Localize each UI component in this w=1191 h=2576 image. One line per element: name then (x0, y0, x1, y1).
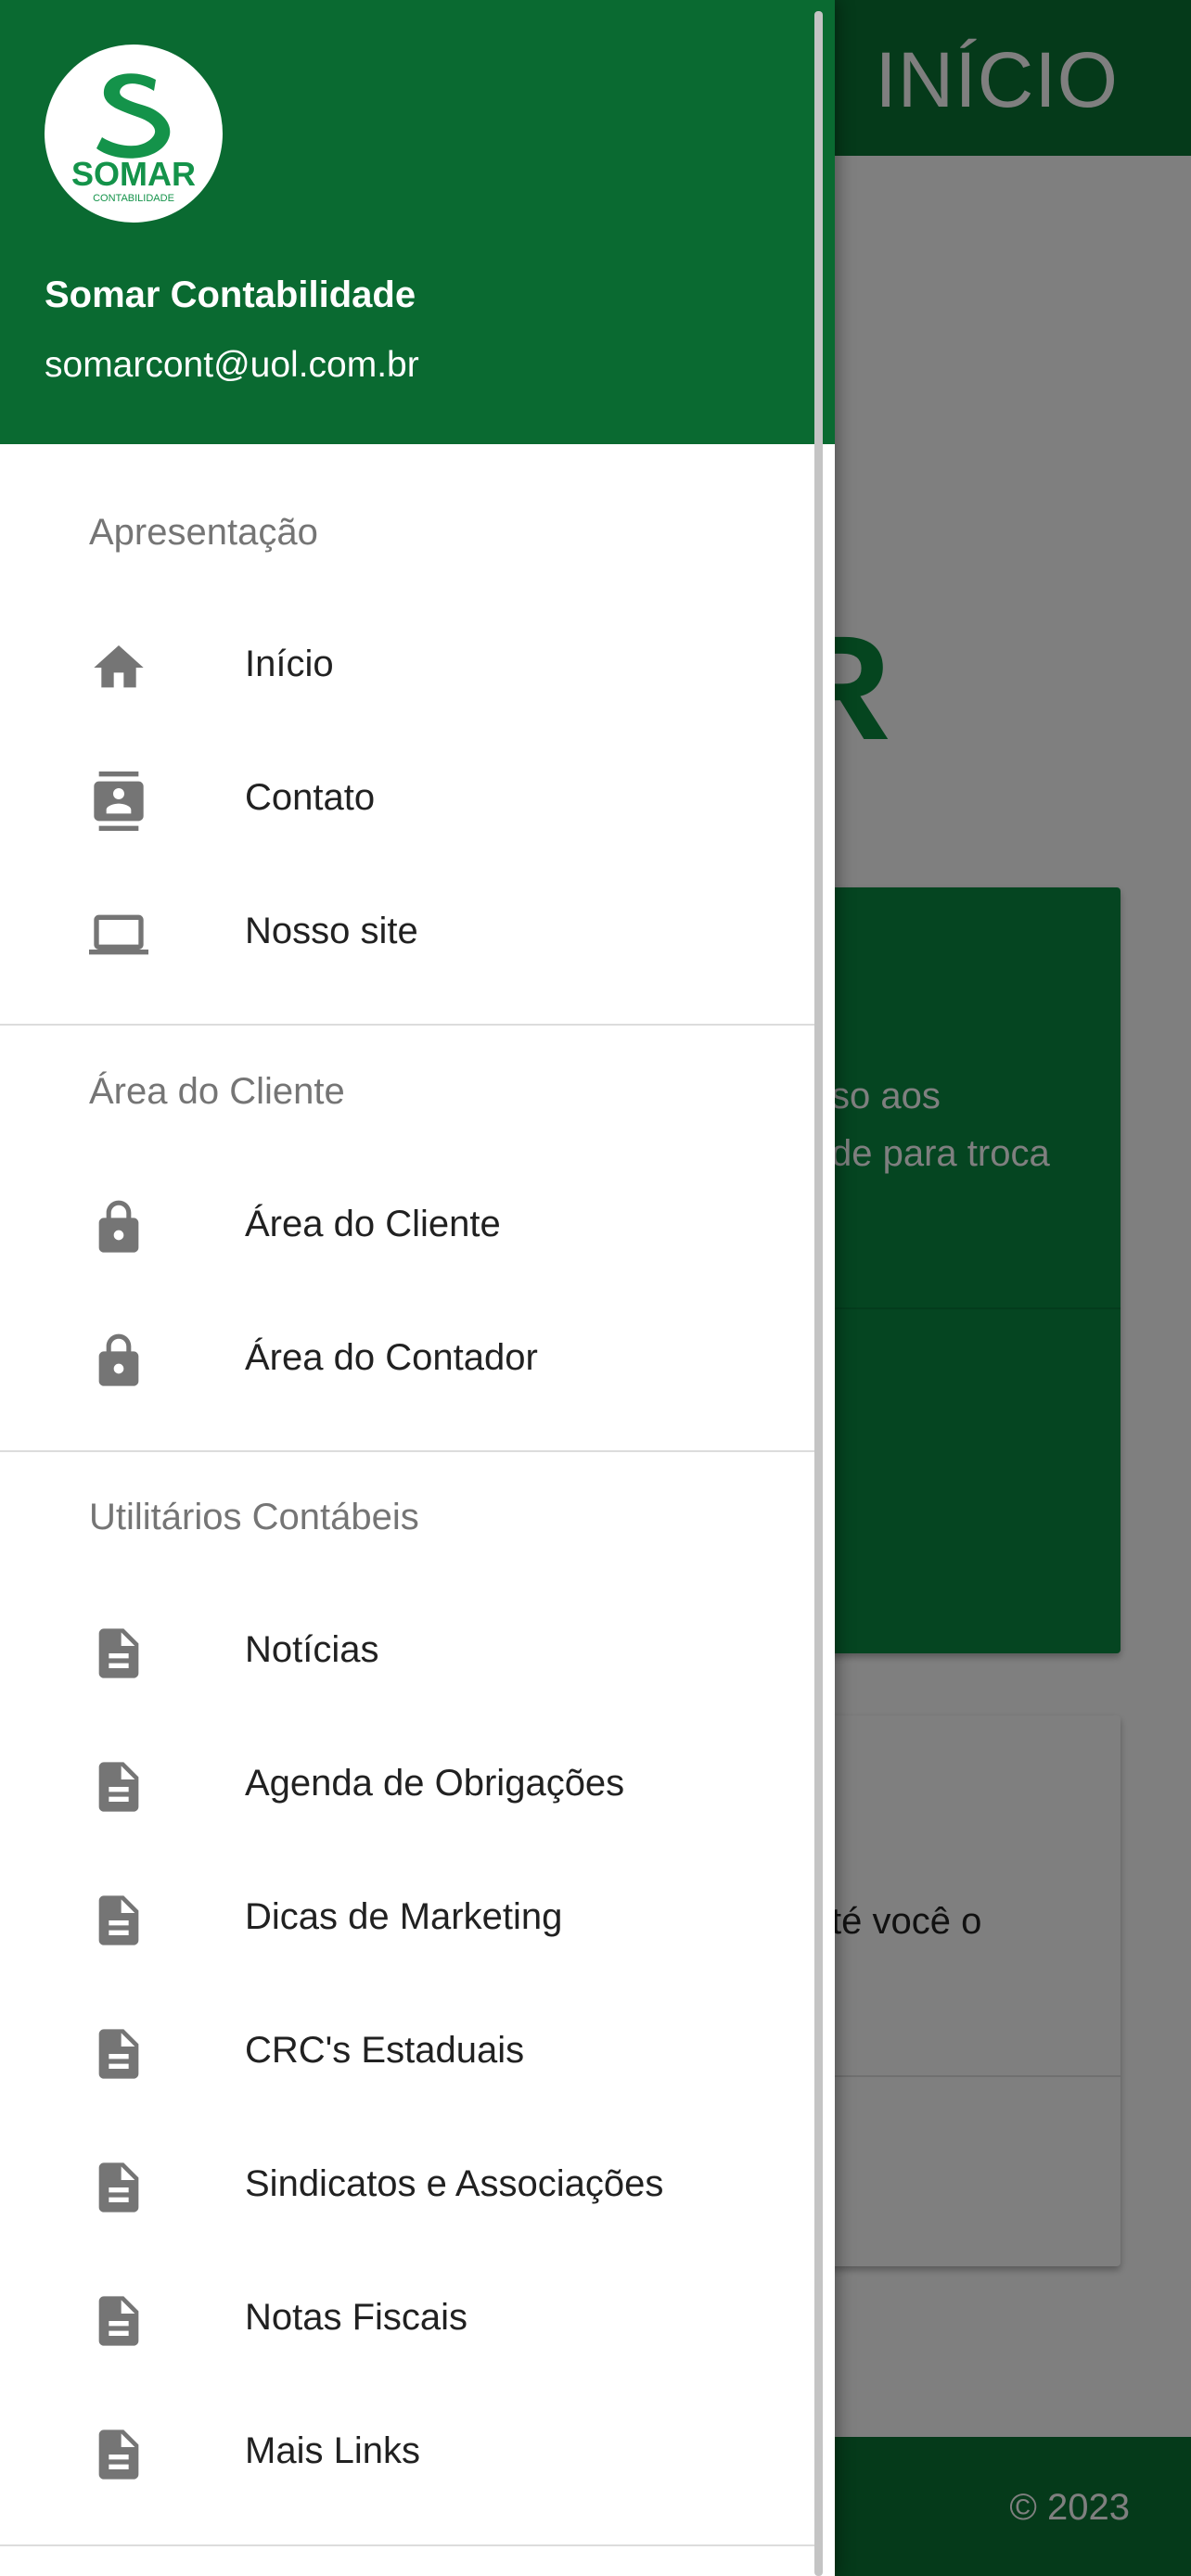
drawer-header: SOMAR CONTABILIDADE Somar Contabilidade … (0, 0, 835, 444)
menu-item-label: Mais Links (245, 2430, 420, 2471)
menu-item-label: Área do Contador (245, 1337, 538, 1378)
document-icon (98, 2162, 139, 2213)
menu-item-label: Agenda de Obrigações (245, 1763, 625, 1804)
laptop-icon (89, 914, 148, 955)
section-title-area-do-cliente: Área do Cliente (89, 1071, 345, 1112)
account-name: Somar Contabilidade (45, 274, 416, 315)
section-divider (0, 1024, 814, 1026)
menu-item-label: Área do Cliente (245, 1204, 501, 1244)
menu-item-agenda-de-obrigacoes[interactable]: Agenda de Obrigações (0, 1720, 814, 1854)
menu-item-label: Notícias (245, 1629, 379, 1670)
menu-item-label: Início (245, 644, 334, 684)
document-icon (98, 1895, 139, 1945)
menu-item-nosso-site[interactable]: Nosso site (0, 868, 814, 1001)
menu-item-label: Contato (245, 777, 376, 818)
menu-item-label: Dicas de Marketing (245, 1896, 563, 1937)
section-title-apresentacao: Apresentação (89, 512, 318, 553)
menu-item-area-do-cliente[interactable]: Área do Cliente (0, 1161, 814, 1294)
document-icon (98, 1762, 139, 1812)
logo-subtext: CONTABILIDADE (93, 193, 174, 204)
home-icon (94, 645, 144, 688)
account-email: somarcont@uol.com.br (45, 345, 419, 385)
document-icon (98, 2296, 139, 2346)
avatar: SOMAR CONTABILIDADE (45, 45, 223, 223)
menu-item-sindicatos-e-associacoes[interactable]: Sindicatos e Associações (0, 2121, 814, 2254)
somar-logo: SOMAR CONTABILIDADE (71, 73, 196, 204)
logo-text: SOMAR (71, 155, 196, 193)
menu-item-dicas-de-marketing[interactable]: Dicas de Marketing (0, 1854, 814, 1987)
menu-item-inicio[interactable]: Início (0, 601, 814, 734)
lock-icon (98, 1333, 139, 1386)
lock-icon (98, 1200, 139, 1253)
menu-item-crcs-estaduais[interactable]: CRC's Estaduais (0, 1987, 814, 2121)
document-icon (98, 1628, 139, 1678)
menu-item-noticias[interactable]: Notícias (0, 1587, 814, 1720)
section-divider (0, 1450, 814, 1452)
document-icon (98, 2029, 139, 2079)
document-icon (98, 2429, 139, 2480)
menu-item-label: Nosso site (245, 911, 418, 951)
menu-item-contato[interactable]: Contato (0, 734, 814, 868)
menu-item-mais-links[interactable]: Mais Links (0, 2388, 814, 2521)
menu-item-label: Sindicatos e Associações (245, 2163, 664, 2204)
contact-icon (94, 772, 144, 831)
menu-item-area-do-contador[interactable]: Área do Contador (0, 1294, 814, 1428)
menu-item-label: CRC's Estaduais (245, 2030, 525, 2071)
menu-item-notas-fiscais[interactable]: Notas Fiscais (0, 2254, 814, 2388)
menu-item-label: Notas Fiscais (245, 2297, 468, 2338)
navigation-drawer: SOMAR CONTABILIDADE Somar Contabilidade … (0, 0, 835, 2576)
section-divider (0, 2544, 814, 2546)
drawer-scrollbar[interactable] (814, 11, 823, 2576)
section-title-utilitarios: Utilitários Contábeis (89, 1497, 419, 1537)
